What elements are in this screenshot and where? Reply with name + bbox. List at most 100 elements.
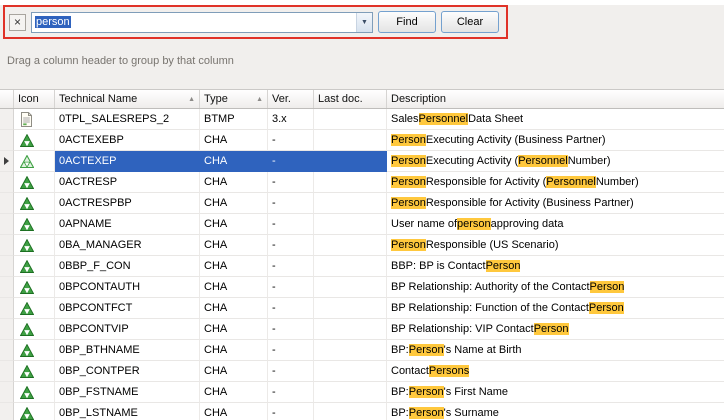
cell-technical-name[interactable]: 0ACTRESP (55, 172, 200, 193)
column-header-icon[interactable]: Icon (14, 90, 55, 108)
column-header-description[interactable]: Description (387, 90, 724, 108)
cell-technical-name[interactable]: 0ACTEXEP (55, 151, 200, 172)
table-row[interactable]: 0ACTRESPCHA-Person Responsible for Activ… (0, 172, 724, 193)
cell-icon[interactable] (14, 235, 55, 256)
cell-description[interactable]: Contact Persons (387, 361, 724, 382)
cell-type[interactable]: CHA (200, 361, 268, 382)
cell-type[interactable]: CHA (200, 235, 268, 256)
cell-type[interactable]: CHA (200, 340, 268, 361)
cell-icon[interactable] (14, 340, 55, 361)
cell-version[interactable]: - (268, 298, 314, 319)
cell-description[interactable]: Person Executing Activity (Personnel Num… (387, 151, 724, 172)
cell-last-doc[interactable] (314, 340, 387, 361)
table-row[interactable]: 0BP_LSTNAMECHA-BP: Person's Surname (0, 403, 724, 420)
cell-icon[interactable] (14, 193, 55, 214)
cell-last-doc[interactable] (314, 151, 387, 172)
cell-technical-name[interactable]: 0BP_LSTNAME (55, 403, 200, 420)
row-selector-cell[interactable] (0, 298, 14, 319)
column-header-ver[interactable]: Ver. (268, 90, 314, 108)
cell-description[interactable]: User name of person approving data (387, 214, 724, 235)
cell-icon[interactable] (14, 361, 55, 382)
cell-icon[interactable] (14, 319, 55, 340)
row-selector-cell[interactable] (0, 130, 14, 151)
cell-last-doc[interactable] (314, 382, 387, 403)
cell-icon[interactable] (14, 256, 55, 277)
table-row[interactable]: 0BP_CONTPERCHA-Contact Persons (0, 361, 724, 382)
cell-technical-name[interactable]: 0BP_BTHNAME (55, 340, 200, 361)
cell-icon[interactable] (14, 172, 55, 193)
cell-type[interactable]: CHA (200, 130, 268, 151)
cell-type[interactable]: CHA (200, 151, 268, 172)
cell-last-doc[interactable] (314, 109, 387, 130)
row-selector-cell[interactable] (0, 340, 14, 361)
column-header-technical-name[interactable]: Technical Name▲ (55, 90, 200, 108)
search-input[interactable]: person (32, 13, 356, 32)
cell-description[interactable]: BP Relationship: VIP Contact Person (387, 319, 724, 340)
cell-technical-name[interactable]: 0TPL_SALESREPS_2 (55, 109, 200, 130)
row-selector-cell[interactable] (0, 319, 14, 340)
table-row[interactable]: 0BPCONTVIPCHA-BP Relationship: VIP Conta… (0, 319, 724, 340)
table-row[interactable]: 0BPCONTAUTHCHA- BP Relationship: Authorit… (0, 277, 724, 298)
cell-technical-name[interactable]: 0ACTRESPBP (55, 193, 200, 214)
cell-description[interactable]: BP: Person's Name at Birth (387, 340, 724, 361)
cell-version[interactable]: - (268, 235, 314, 256)
table-row[interactable]: 0BA_MANAGERCHA-Person Responsible (US Sc… (0, 235, 724, 256)
row-selector-cell[interactable] (0, 382, 14, 403)
cell-version[interactable]: - (268, 256, 314, 277)
cell-description[interactable]: Person Executing Activity (Business Part… (387, 130, 724, 151)
table-row[interactable]: 0BBP_F_CONCHA-BBP: BP is Contact Person (0, 256, 724, 277)
column-header-last-doc[interactable]: Last doc. (314, 90, 387, 108)
row-selector-cell[interactable] (0, 214, 14, 235)
table-row[interactable]: 0APNAMECHA-User name of person approving… (0, 214, 724, 235)
row-selector-cell[interactable] (0, 277, 14, 298)
cell-type[interactable]: CHA (200, 193, 268, 214)
cell-version[interactable]: - (268, 340, 314, 361)
cell-description[interactable]: Sales Personnel Data Sheet (387, 109, 724, 130)
column-header-type[interactable]: Type▲ (200, 90, 268, 108)
cell-description[interactable]: Person Responsible for Activity (Busines… (387, 193, 724, 214)
cell-version[interactable]: - (268, 277, 314, 298)
cell-type[interactable]: CHA (200, 277, 268, 298)
cell-icon[interactable] (14, 298, 55, 319)
cell-version[interactable]: 3.x (268, 109, 314, 130)
cell-technical-name[interactable]: 0BPCONTVIP (55, 319, 200, 340)
row-selector-cell[interactable] (0, 256, 14, 277)
cell-icon[interactable] (14, 109, 55, 130)
cell-last-doc[interactable] (314, 403, 387, 420)
row-selector-cell[interactable] (0, 403, 14, 420)
cell-type[interactable]: CHA (200, 214, 268, 235)
row-selector-cell[interactable] (0, 193, 14, 214)
cell-icon[interactable] (14, 277, 55, 298)
cell-type[interactable]: CHA (200, 382, 268, 403)
find-button[interactable]: Find (378, 11, 436, 33)
cell-technical-name[interactable]: 0BPCONTFCT (55, 298, 200, 319)
row-selector-cell[interactable] (0, 361, 14, 382)
cell-version[interactable]: - (268, 151, 314, 172)
cell-description[interactable]: BP: Person's First Name (387, 382, 724, 403)
table-row[interactable]: 0ACTRESPBPCHA- Person Responsible for Act… (0, 193, 724, 214)
cell-last-doc[interactable] (314, 130, 387, 151)
cell-version[interactable]: - (268, 319, 314, 340)
cell-version[interactable]: - (268, 193, 314, 214)
cell-version[interactable]: - (268, 130, 314, 151)
cell-type[interactable]: CHA (200, 298, 268, 319)
table-row[interactable]: 0TPL_SALESREPS_2BTMP3.x Sales Personnel D… (0, 109, 724, 130)
cell-last-doc[interactable] (314, 361, 387, 382)
cell-technical-name[interactable]: 0BPCONTAUTH (55, 277, 200, 298)
cell-technical-name[interactable]: 0BA_MANAGER (55, 235, 200, 256)
cell-type[interactable]: BTMP (200, 109, 268, 130)
clear-button[interactable]: Clear (441, 11, 499, 33)
cell-type[interactable]: CHA (200, 403, 268, 420)
table-row[interactable]: 0ACTEXEBPCHA-Person Executing Activity (… (0, 130, 724, 151)
cell-description[interactable]: BP Relationship: Function of the Contact… (387, 298, 724, 319)
cell-last-doc[interactable] (314, 193, 387, 214)
cell-icon[interactable] (14, 403, 55, 420)
cell-last-doc[interactable] (314, 172, 387, 193)
combo-dropdown-button[interactable]: ▼ (356, 13, 372, 32)
cell-description[interactable]: Person Responsible for Activity (Personn… (387, 172, 724, 193)
table-row[interactable]: 0BP_FSTNAMECHA-BP: Person's First Name (0, 382, 724, 403)
cell-version[interactable]: - (268, 172, 314, 193)
cell-description[interactable]: BP Relationship: Authority of the Contac… (387, 277, 724, 298)
cell-version[interactable]: - (268, 403, 314, 420)
cell-version[interactable]: - (268, 361, 314, 382)
